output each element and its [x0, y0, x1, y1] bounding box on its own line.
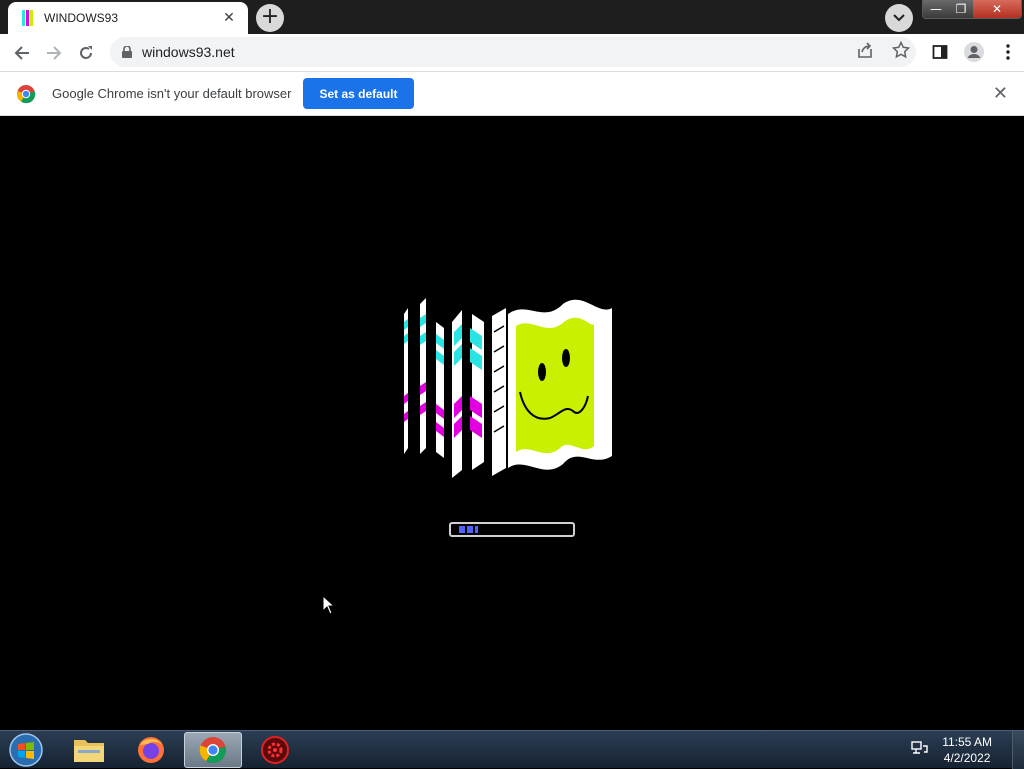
minimize-button[interactable]: —	[923, 0, 949, 18]
forward-button[interactable]	[38, 37, 70, 69]
share-icon[interactable]	[856, 41, 874, 63]
folder-icon	[74, 740, 104, 762]
profile-avatar-icon	[964, 42, 984, 62]
network-icon[interactable]	[910, 740, 928, 760]
chrome-logo-icon	[16, 84, 36, 103]
windows93-logo	[404, 298, 612, 478]
window-controls: — ❐ ✕	[922, 0, 1022, 19]
tab-windows93[interactable]: WINDOWS93 ✕	[8, 2, 248, 34]
logo-stripes	[404, 298, 506, 478]
tab-close-icon[interactable]: ✕	[220, 9, 238, 27]
profile-button[interactable]	[958, 36, 990, 68]
mouse-pointer-icon	[322, 595, 336, 615]
lock-icon	[122, 46, 132, 58]
arrow-left-icon	[14, 45, 29, 60]
red-gear-app-icon	[261, 736, 289, 764]
clock-time: 11:55 AM	[942, 735, 992, 749]
bookmark-star-icon[interactable]	[891, 40, 911, 63]
set-as-default-button[interactable]: Set as default	[303, 78, 414, 109]
tab-strip: WINDOWS93 ✕ + — ❐ ✕	[0, 0, 1024, 34]
menu-button[interactable]	[992, 36, 1024, 68]
system-clock[interactable]: 11:55 AM 4/2/2022	[942, 734, 992, 766]
address-bar[interactable]: windows93.net	[110, 37, 916, 67]
arrow-right-icon	[47, 45, 62, 60]
tab-search-button[interactable]	[885, 4, 913, 32]
system-tray: 11:55 AM 4/2/2022	[910, 731, 1024, 769]
back-button[interactable]	[6, 37, 38, 69]
infobar-close-icon[interactable]: ✕	[993, 83, 1008, 104]
kebab-menu-icon	[1006, 44, 1010, 60]
maximize-button[interactable]: ❐	[949, 0, 973, 18]
boot-progress-fill	[459, 526, 479, 533]
close-window-button[interactable]: ✕	[973, 0, 1021, 18]
taskbar: 11:55 AM 4/2/2022	[0, 730, 1024, 769]
show-desktop-button[interactable]	[1012, 731, 1024, 769]
browser-toolbar: windows93.net	[0, 34, 1024, 71]
tab-title: WINDOWS93	[44, 11, 119, 25]
chrome-icon	[199, 737, 226, 764]
start-button[interactable]	[6, 732, 46, 768]
side-panel-icon	[932, 45, 948, 59]
new-tab-button[interactable]: +	[256, 4, 284, 32]
page-content[interactable]	[0, 116, 1024, 730]
smiley-flag	[508, 299, 612, 470]
taskbar-explorer[interactable]	[60, 732, 118, 768]
chevron-down-icon	[893, 14, 905, 22]
side-panel-button[interactable]	[924, 36, 956, 68]
reload-icon	[80, 45, 92, 59]
url-text: windows93.net	[142, 44, 235, 60]
reload-button[interactable]	[70, 37, 102, 69]
boot-progress-bar	[449, 522, 575, 537]
clock-date: 4/2/2022	[943, 751, 991, 765]
windows93-favicon-icon	[18, 10, 36, 26]
taskbar-firefox[interactable]	[122, 732, 180, 768]
firefox-icon	[138, 737, 164, 763]
default-browser-infobar: Google Chrome isn't your default browser…	[0, 71, 1024, 116]
taskbar-chrome[interactable]	[184, 732, 242, 768]
taskbar-tool-app[interactable]	[246, 732, 304, 768]
windows-start-orb-icon	[9, 733, 43, 767]
infobar-message: Google Chrome isn't your default browser	[52, 86, 292, 101]
